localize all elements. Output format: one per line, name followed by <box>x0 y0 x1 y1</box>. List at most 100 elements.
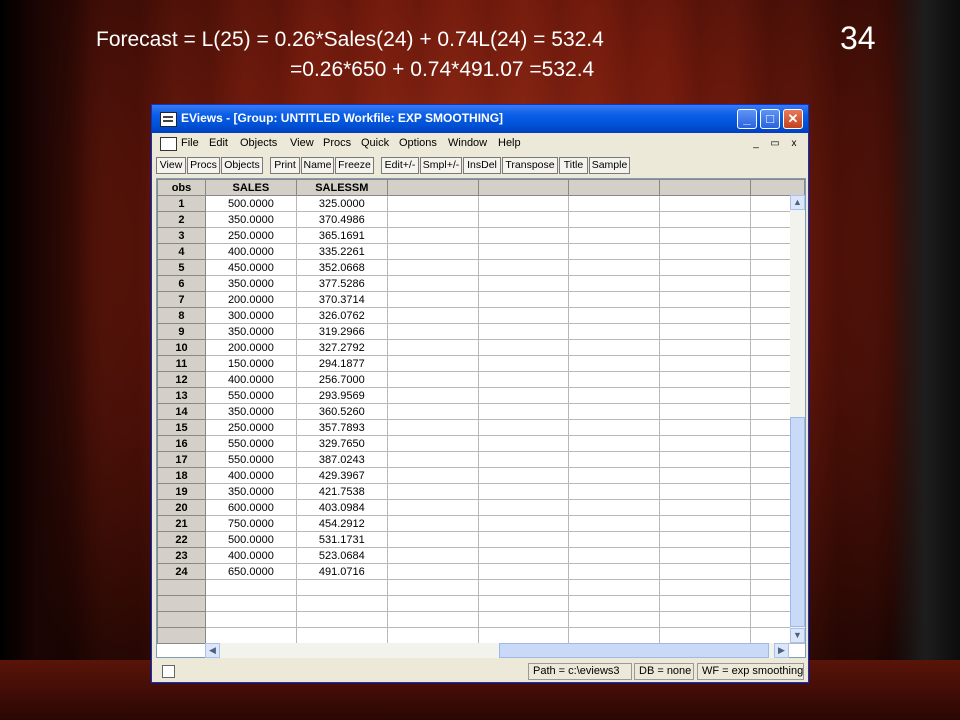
sales-cell[interactable]: 400.0000 <box>204 371 297 388</box>
empty-cell[interactable] <box>477 611 570 628</box>
obs-cell[interactable]: 6 <box>157 275 206 292</box>
obs-cell[interactable]: 3 <box>157 227 206 244</box>
title-bar[interactable]: EViews - [Group: UNTITLED Workfile: EXP … <box>152 105 808 133</box>
sales-cell[interactable]: 350.0000 <box>204 275 297 292</box>
obs-cell[interactable]: 8 <box>157 307 206 324</box>
salessm-cell[interactable]: 327.2792 <box>295 339 388 356</box>
obs-cell[interactable]: 17 <box>157 451 206 468</box>
empty-cell[interactable] <box>477 339 570 356</box>
salessm-cell[interactable] <box>295 627 388 644</box>
empty-cell[interactable] <box>659 307 752 324</box>
sales-cell[interactable]: 550.0000 <box>204 387 297 404</box>
empty-cell[interactable] <box>568 499 661 516</box>
empty-cell[interactable] <box>659 323 752 340</box>
empty-cell[interactable] <box>477 259 570 276</box>
eviews-app-icon[interactable] <box>160 112 177 127</box>
empty-cell[interactable] <box>568 579 661 596</box>
empty-cell[interactable] <box>477 531 570 548</box>
empty-cell[interactable] <box>659 467 752 484</box>
empty-cell[interactable] <box>477 275 570 292</box>
sales-cell[interactable]: 500.0000 <box>204 531 297 548</box>
empty-cell[interactable] <box>386 467 479 484</box>
scroll-up-icon[interactable]: ▲ <box>790 195 805 210</box>
empty-cell[interactable] <box>659 483 752 500</box>
empty-cell[interactable] <box>659 627 752 644</box>
empty-cell[interactable] <box>386 515 479 532</box>
salessm-cell[interactable]: 387.0243 <box>295 451 388 468</box>
empty-cell[interactable] <box>659 499 752 516</box>
empty-cell[interactable] <box>659 387 752 404</box>
empty-cell[interactable] <box>659 211 752 228</box>
obs-cell[interactable]: 1 <box>157 195 206 212</box>
empty-cell[interactable] <box>568 371 661 388</box>
empty-cell[interactable] <box>568 227 661 244</box>
salessm-header[interactable]: SALESSM <box>295 179 388 196</box>
empty-cell[interactable] <box>386 627 479 644</box>
sales-cell[interactable]: 350.0000 <box>204 483 297 500</box>
smpl-toggle-button[interactable]: Smpl+/- <box>420 157 462 174</box>
empty-cell[interactable] <box>659 579 752 596</box>
empty-cell[interactable] <box>477 499 570 516</box>
salessm-cell[interactable]: 403.0984 <box>295 499 388 516</box>
empty-cell[interactable] <box>659 355 752 372</box>
empty-cell[interactable] <box>568 403 661 420</box>
empty-cell[interactable] <box>477 483 570 500</box>
empty-cell[interactable] <box>568 515 661 532</box>
menu-options[interactable]: Options <box>399 137 437 149</box>
obs-cell[interactable]: 13 <box>157 387 206 404</box>
sales-cell[interactable]: 200.0000 <box>204 339 297 356</box>
empty-cell[interactable] <box>386 579 479 596</box>
mdi-restore-button[interactable]: ▭ <box>767 136 783 151</box>
sales-cell[interactable]: 250.0000 <box>204 227 297 244</box>
empty-cell[interactable] <box>568 467 661 484</box>
sales-cell[interactable]: 250.0000 <box>204 419 297 436</box>
salessm-cell[interactable]: 531.1731 <box>295 531 388 548</box>
obs-cell[interactable]: 18 <box>157 467 206 484</box>
empty-cell[interactable] <box>568 275 661 292</box>
empty-cell[interactable] <box>568 563 661 580</box>
empty-cell[interactable] <box>477 227 570 244</box>
empty-cell[interactable] <box>659 435 752 452</box>
empty-cell[interactable] <box>659 227 752 244</box>
empty-cell[interactable] <box>386 531 479 548</box>
group-document-icon[interactable] <box>160 137 177 151</box>
maximize-button[interactable]: □ <box>760 109 780 129</box>
empty-cell[interactable] <box>477 627 570 644</box>
empty-cell[interactable] <box>386 195 479 212</box>
mdi-close-button[interactable]: x <box>786 136 802 151</box>
salessm-cell[interactable]: 352.0668 <box>295 259 388 276</box>
empty-cell[interactable] <box>568 243 661 260</box>
empty-cell[interactable] <box>477 467 570 484</box>
obs-cell[interactable] <box>157 611 206 628</box>
empty-cell[interactable] <box>386 387 479 404</box>
objects-button[interactable]: Objects <box>221 157 263 174</box>
salessm-cell[interactable]: 491.0716 <box>295 563 388 580</box>
empty-cell[interactable] <box>568 611 661 628</box>
salessm-cell[interactable]: 454.2912 <box>295 515 388 532</box>
insdel-button[interactable]: InsDel <box>463 157 501 174</box>
empty-cell[interactable] <box>568 259 661 276</box>
obs-cell[interactable]: 7 <box>157 291 206 308</box>
empty-cell[interactable] <box>659 291 752 308</box>
menu-objects[interactable]: Objects <box>240 137 277 149</box>
empty-cell[interactable] <box>386 563 479 580</box>
empty-cell[interactable] <box>659 371 752 388</box>
empty-cell[interactable] <box>386 339 479 356</box>
freeze-button[interactable]: Freeze <box>335 157 374 174</box>
empty-cell[interactable] <box>386 259 479 276</box>
menu-view[interactable]: View <box>290 137 314 149</box>
empty-cell[interactable] <box>568 291 661 308</box>
empty-cell[interactable] <box>386 355 479 372</box>
empty-cell[interactable] <box>568 595 661 612</box>
salessm-cell[interactable]: 256.7000 <box>295 371 388 388</box>
salessm-cell[interactable]: 335.2261 <box>295 243 388 260</box>
obs-cell[interactable]: 12 <box>157 371 206 388</box>
vertical-scrollbar[interactable]: ▲ ▼ <box>790 195 805 643</box>
empty-header[interactable] <box>386 179 479 196</box>
salessm-cell[interactable]: 325.0000 <box>295 195 388 212</box>
procs-button[interactable]: Procs <box>187 157 220 174</box>
empty-cell[interactable] <box>477 355 570 372</box>
empty-cell[interactable] <box>477 579 570 596</box>
empty-cell[interactable] <box>659 451 752 468</box>
salessm-cell[interactable]: 377.5286 <box>295 275 388 292</box>
